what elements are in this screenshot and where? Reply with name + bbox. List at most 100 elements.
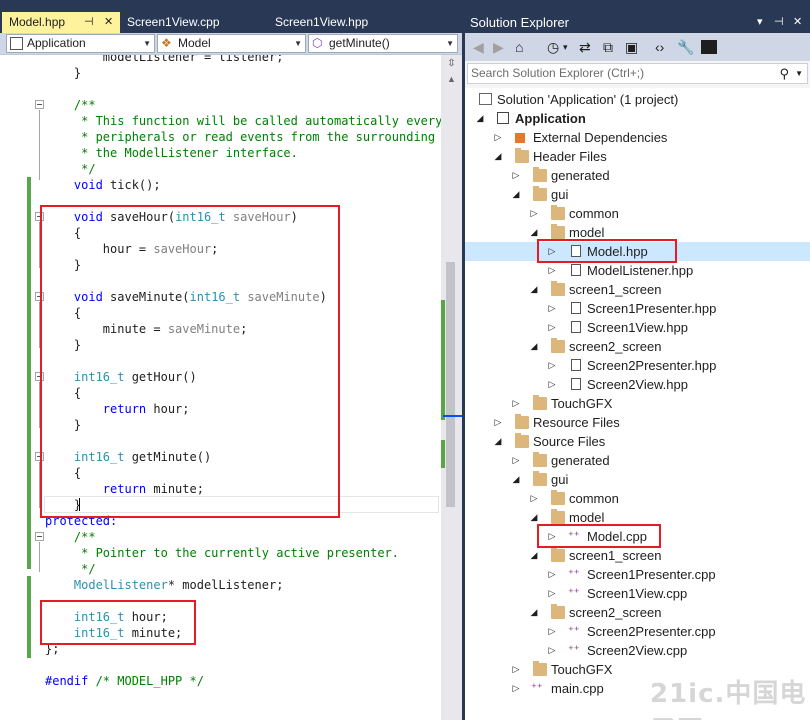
expanded-arrow-icon[interactable]: ◢ — [529, 546, 539, 565]
tree-item-file[interactable]: ▷ Screen2View.hpp — [465, 375, 810, 394]
tree-item-header-files[interactable]: ◢ Header Files — [465, 147, 810, 166]
expanded-arrow-icon[interactable]: ◢ — [529, 603, 539, 622]
collapsed-arrow-icon[interactable]: ▷ — [511, 679, 521, 698]
folder-icon — [533, 471, 547, 486]
tree-label: Screen1Presenter.hpp — [587, 301, 717, 316]
chevron-down-icon[interactable]: ▾ — [563, 39, 568, 55]
collapsed-arrow-icon[interactable]: ▷ — [511, 451, 521, 470]
collapsed-arrow-icon[interactable]: ▷ — [493, 413, 503, 432]
tree-item-folder[interactable]: ▷ common — [465, 204, 810, 223]
expanded-arrow-icon[interactable]: ◢ — [475, 109, 485, 128]
tree-item-file[interactable]: ▷ ⁺⁺ Screen1Presenter.cpp — [465, 565, 810, 584]
home-icon[interactable]: ⌂ — [515, 39, 523, 55]
dropdown-icon[interactable]: ▾ — [757, 12, 763, 33]
scrollbar-thumb[interactable] — [446, 262, 455, 507]
tree-item-solution[interactable]: Solution 'Application' (1 project) — [465, 90, 810, 109]
tree-item-file[interactable]: ▷ Screen1View.hpp — [465, 318, 810, 337]
collapsed-arrow-icon[interactable]: ▷ — [547, 318, 557, 337]
tree-label: Screen2Presenter.hpp — [587, 358, 717, 373]
tab-screen1view-cpp[interactable]: Screen1View.cpp — [120, 12, 260, 33]
folder-icon — [551, 205, 565, 220]
tree-item-folder[interactable]: ◢ screen2_screen — [465, 337, 810, 356]
tree-label: External Dependencies — [533, 130, 668, 145]
sync-icon[interactable]: ⇄ — [579, 39, 591, 55]
navigation-bar: Application ▼ ❖ Model ▼ ⬡ getMinute() ▼ — [0, 33, 462, 55]
expanded-arrow-icon[interactable]: ◢ — [493, 432, 503, 451]
history-icon[interactable]: ◷ — [547, 39, 559, 55]
collapsed-arrow-icon[interactable]: ▷ — [529, 204, 539, 223]
project-dropdown[interactable]: Application ▼ — [6, 34, 155, 53]
tab-screen1view-hpp[interactable]: Screen1View.hpp — [268, 12, 408, 33]
collapse-all-icon[interactable]: ⧉ — [603, 39, 613, 55]
expanded-arrow-icon[interactable]: ◢ — [511, 470, 521, 489]
collapsed-arrow-icon[interactable]: ▷ — [511, 660, 521, 679]
tree-item-file[interactable]: ▷ Screen2Presenter.hpp — [465, 356, 810, 375]
chevron-down-icon[interactable]: ▼ — [795, 64, 803, 83]
code-line: * Pointer to the currently active presen… — [45, 546, 400, 560]
close-icon[interactable]: ✕ — [104, 12, 113, 33]
pin-icon[interactable]: ⊣ — [774, 12, 784, 33]
collapsed-arrow-icon[interactable]: ▷ — [547, 584, 557, 603]
tree-item-folder[interactable]: ◢ gui — [465, 185, 810, 204]
show-all-files-icon[interactable]: ▣ — [625, 39, 638, 55]
dependencies-icon — [515, 133, 525, 143]
tree-item-file[interactable]: ▷ ⁺⁺ Screen2Presenter.cpp — [465, 622, 810, 641]
tree-item-source-files[interactable]: ◢ Source Files — [465, 432, 810, 451]
tree-item-folder[interactable]: ◢ screen2_screen — [465, 603, 810, 622]
solution-explorer-pane: Solution Explorer ▾ ⊣ ✕ ◀ ▶ ⌂ ◷ ▾ ⇄ ⧉ ▣ … — [465, 12, 810, 720]
chevron-down-icon: ▼ — [294, 39, 302, 48]
tree-item-folder[interactable]: ◢ gui — [465, 470, 810, 489]
solution-search-input[interactable]: Search Solution Explorer (Ctrl+;) ⚲ ▼ — [467, 63, 808, 84]
expanded-arrow-icon[interactable]: ◢ — [529, 280, 539, 299]
back-icon[interactable]: ◀ — [473, 39, 484, 55]
collapse-toggle-icon[interactable] — [35, 532, 44, 541]
tab-model-hpp[interactable]: Model.hpp ⊣ ✕ — [2, 12, 120, 33]
tree-item-folder[interactable]: ◢ screen1_screen — [465, 546, 810, 565]
tree-item-folder[interactable]: ▷ generated — [465, 451, 810, 470]
collapsed-arrow-icon[interactable]: ▷ — [547, 565, 557, 584]
code-line: */ — [45, 562, 96, 576]
forward-icon[interactable]: ▶ — [493, 39, 504, 55]
code-view-icon[interactable]: ‹› — [655, 39, 664, 55]
expanded-arrow-icon[interactable]: ◢ — [511, 185, 521, 204]
tree-item-folder[interactable]: ▷ common — [465, 489, 810, 508]
search-icon[interactable]: ⚲ — [779, 64, 789, 83]
tree-item-file[interactable]: ▷ ModelListener.hpp — [465, 261, 810, 280]
collapsed-arrow-icon[interactable]: ▷ — [547, 375, 557, 394]
preview-icon[interactable] — [701, 40, 717, 54]
tree-item-file[interactable]: ▷ ⁺⁺ Screen2View.cpp — [465, 641, 810, 660]
tree-item-folder[interactable]: ▷ generated — [465, 166, 810, 185]
properties-icon[interactable]: 🔧 — [677, 39, 694, 55]
scrollbar-caret-marker — [443, 415, 462, 417]
scroll-up-icon[interactable]: ▲ — [447, 74, 456, 84]
member-dropdown[interactable]: ⬡ getMinute() ▼ — [308, 34, 458, 53]
tree-item-file[interactable]: ▷ ⁺⁺ Screen1View.cpp — [465, 584, 810, 603]
collapsed-arrow-icon[interactable]: ▷ — [547, 622, 557, 641]
expanded-arrow-icon[interactable]: ◢ — [493, 147, 503, 166]
collapsed-arrow-icon[interactable]: ▷ — [547, 299, 557, 318]
project-icon — [10, 37, 23, 50]
tree-item-folder[interactable]: ◢ screen1_screen — [465, 280, 810, 299]
close-icon[interactable]: ✕ — [793, 12, 802, 33]
tree-item-external-dependencies[interactable]: ▷ External Dependencies — [465, 128, 810, 147]
tree-item-project[interactable]: ◢ Application — [465, 109, 810, 128]
folder-icon — [515, 414, 529, 429]
collapsed-arrow-icon[interactable]: ▷ — [547, 261, 557, 280]
collapsed-arrow-icon[interactable]: ▷ — [547, 641, 557, 660]
expanded-arrow-icon[interactable]: ◢ — [529, 337, 539, 356]
tree-item-file[interactable]: ▷ Screen1Presenter.hpp — [465, 299, 810, 318]
class-dropdown[interactable]: ❖ Model ▼ — [157, 34, 306, 53]
collapsed-arrow-icon[interactable]: ▷ — [511, 394, 521, 413]
collapsed-arrow-icon[interactable]: ▷ — [493, 128, 503, 147]
method-icon: ⬡ — [312, 36, 323, 50]
pin-icon[interactable]: ⊣ — [84, 12, 94, 33]
collapse-toggle-icon[interactable] — [35, 100, 44, 109]
collapsed-arrow-icon[interactable]: ▷ — [511, 166, 521, 185]
tree-item-resource-files[interactable]: ▷ Resource Files — [465, 413, 810, 432]
collapsed-arrow-icon[interactable]: ▷ — [529, 489, 539, 508]
split-window-icon[interactable]: ⇳ — [444, 57, 459, 71]
code-line: modelListener = listener; — [45, 55, 284, 64]
collapsed-arrow-icon[interactable]: ▷ — [547, 356, 557, 375]
tree-item-folder[interactable]: ▷ TouchGFX — [465, 394, 810, 413]
cpp-file-icon: ⁺⁺ — [568, 625, 580, 637]
